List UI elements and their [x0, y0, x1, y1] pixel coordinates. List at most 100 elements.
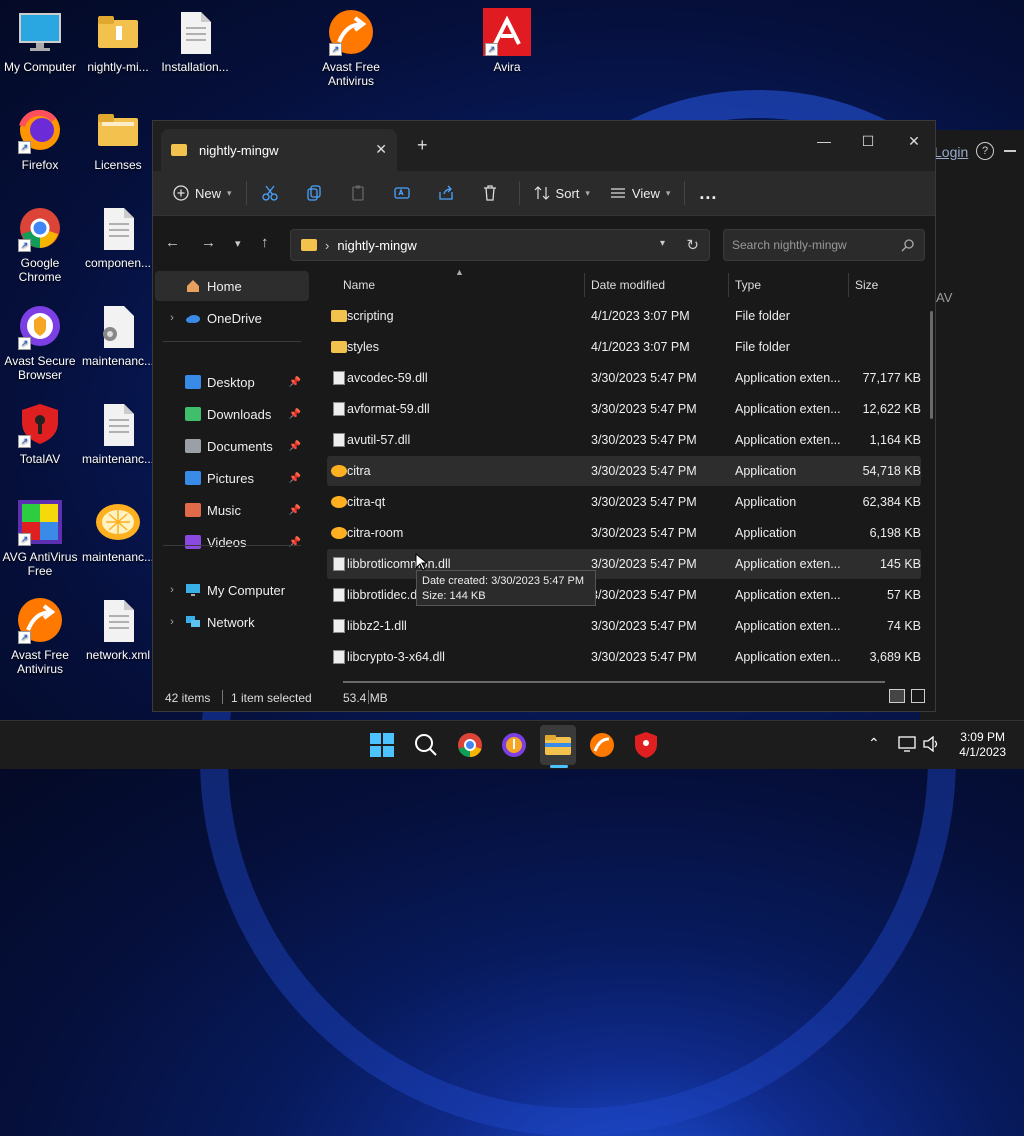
volume-icon[interactable] [922, 736, 940, 752]
desktop-icon-avast-secure-browser[interactable]: ↗ Avast Secure Browser [0, 302, 80, 382]
new-button[interactable]: New ▾ [163, 177, 242, 209]
column-header-date[interactable]: Date modified [591, 271, 665, 299]
column-header-size[interactable]: Size [855, 271, 878, 299]
sidebar-item-home[interactable]: Home [155, 271, 309, 301]
sidebar-item-downloads[interactable]: Downloads 📌 [155, 399, 309, 429]
file-row[interactable]: scripting 4/1/2023 3:07 PM File folder [327, 301, 921, 331]
minimize-button[interactable]: — [801, 127, 847, 155]
avg-icon: ↗ [16, 498, 64, 546]
paste-button[interactable] [339, 177, 383, 209]
refresh-icon[interactable]: ↻ [686, 236, 699, 254]
column-header-type[interactable]: Type [735, 271, 761, 299]
rename-button[interactable] [383, 177, 427, 209]
desktop-icon-maintenance-file-3[interactable]: maintenanc... [78, 498, 158, 564]
desktop-icon-licenses-folder[interactable]: Licenses [78, 106, 158, 172]
tooltip-date-created: Date created: 3/30/2023 5:47 PM [422, 575, 585, 587]
sidebar-item-onedrive[interactable]: › OneDrive [155, 303, 309, 333]
file-explorer-icon[interactable] [542, 729, 574, 761]
file-row[interactable]: citra-room 3/30/2023 5:47 PM Application 6,… [327, 518, 921, 548]
chrome-icon[interactable] [454, 729, 486, 761]
column-divider[interactable] [848, 273, 849, 297]
command-bar: New ▾ Sort ▾ View ▾ ... [153, 171, 935, 216]
help-icon[interactable]: ? [976, 142, 994, 160]
sidebar-item-desktop[interactable]: Desktop 📌 [155, 367, 309, 397]
file-row[interactable]: libcrypto-3-x64.dll 3/30/2023 5:47 PM Appl… [327, 642, 921, 672]
file-row[interactable]: libbz2-1.dll 3/30/2023 5:47 PM Application… [327, 611, 921, 641]
pin-icon[interactable]: 📌 [289, 409, 301, 420]
network-status-icon[interactable] [898, 736, 916, 752]
more-options-button[interactable]: ... [689, 177, 727, 209]
system-clock[interactable]: 3:09 PM 4/1/2023 [959, 730, 1006, 760]
login-link[interactable]: Login [934, 144, 968, 160]
file-date: 4/1/2023 3:07 PM [591, 309, 690, 323]
desktop-icon-network-xml[interactable]: network.xml [78, 596, 158, 662]
desktop-icon-totalav[interactable]: ↗ TotalAV [0, 400, 80, 466]
up-arrow-icon[interactable]: ↑ [261, 234, 269, 251]
sidebar-item-my-computer[interactable]: › My Computer [155, 575, 309, 605]
desktop-icon-nightly-mingw-zip[interactable]: nightly-mi... [78, 8, 158, 74]
sort-button[interactable]: Sort ▾ [524, 177, 600, 209]
column-divider[interactable] [584, 273, 585, 297]
back-arrow-icon[interactable]: ← [165, 234, 180, 251]
search-input[interactable]: Search nightly-mingw [723, 229, 925, 261]
vertical-scrollbar[interactable] [930, 311, 933, 419]
desktop-icon-avast-free-antivirus[interactable]: ↗ Avast Free Antivirus [311, 8, 391, 88]
column-header-name[interactable]: Name [343, 271, 375, 299]
desktop-icon-avira[interactable]: ↗ Avira [467, 8, 547, 74]
share-button[interactable] [427, 177, 471, 209]
tab-nightly-mingw[interactable]: nightly-mingw ✕ [161, 129, 397, 171]
close-tab-icon[interactable]: ✕ [375, 141, 387, 158]
sidebar-item-network[interactable]: › Network [155, 607, 309, 637]
search-icon[interactable] [410, 729, 442, 761]
recent-chevron-icon[interactable]: ▾ [235, 237, 241, 250]
sidebar-item-pictures[interactable]: Pictures 📌 [155, 463, 309, 493]
pin-icon[interactable]: 📌 [289, 473, 301, 484]
tiles-view-icon[interactable] [911, 689, 925, 703]
avast-antivirus-icon[interactable] [586, 729, 618, 761]
address-bar[interactable]: › nightly-mingw ▾ ↻ [290, 229, 710, 261]
pin-icon[interactable]: 📌 [289, 441, 301, 452]
column-divider[interactable] [728, 273, 729, 297]
new-tab-button[interactable]: + [417, 135, 428, 156]
desktop-icon-google-chrome[interactable]: ↗ Google Chrome [0, 204, 80, 284]
desktop-icon-firefox[interactable]: ↗ Firefox [0, 106, 80, 172]
pin-icon[interactable]: 📌 [289, 377, 301, 388]
minimize-icon[interactable] [1004, 150, 1016, 152]
desktop-icon-maintenance-file-1[interactable]: maintenanc... [78, 302, 158, 368]
address-dropdown-icon[interactable]: ▾ [660, 238, 665, 249]
file-row[interactable]: avutil-57.dll 3/30/2023 5:47 PM Applicatio… [327, 425, 921, 455]
computer-icon [186, 584, 200, 596]
sidebar-item-music[interactable]: Music 📌 [155, 495, 309, 525]
cut-button[interactable] [251, 177, 295, 209]
sidebar-item-videos[interactable]: Videos 📌 [155, 527, 309, 557]
file-row[interactable]: styles 4/1/2023 3:07 PM File folder [327, 332, 921, 362]
file-row[interactable]: avcodec-59.dll 3/30/2023 5:47 PM Applicati… [327, 363, 921, 393]
file-name: scripting [347, 309, 394, 323]
desktop-icon-avg-antivirus-free[interactable]: ↗ AVG AntiVirus Free [0, 498, 80, 578]
file-row[interactable]: avformat-59.dll 3/30/2023 5:47 PM Applicat… [327, 394, 921, 424]
windows-start-icon[interactable] [366, 729, 398, 761]
view-label: View [631, 185, 660, 201]
sidebar-item-documents[interactable]: Documents 📌 [155, 431, 309, 461]
breadcrumb-folder[interactable]: nightly-mingw [337, 238, 416, 253]
forward-arrow-icon[interactable]: → [201, 234, 216, 251]
details-view-icon[interactable] [889, 689, 905, 703]
desktop-icon-components-file[interactable]: componen... [78, 204, 158, 270]
pin-icon[interactable]: 📌 [289, 505, 301, 516]
close-button[interactable]: ✕ [891, 127, 937, 155]
desktop-icon-avast-free-antivirus-2[interactable]: ↗ Avast Free Antivirus [0, 596, 80, 676]
delete-button[interactable] [471, 177, 515, 209]
chevron-up-icon[interactable]: ⌃ [868, 735, 880, 752]
file-row[interactable]: citra-qt 3/30/2023 5:47 PM Application 62,3… [327, 487, 921, 517]
avast-secure-browser-icon[interactable] [498, 729, 530, 761]
desktop-icon-maintenance-file-2[interactable]: maintenanc... [78, 400, 158, 466]
desktop-icon-my-computer[interactable]: My Computer [0, 8, 80, 74]
view-button[interactable]: View ▾ [600, 177, 680, 209]
file-date: 3/30/2023 5:47 PM [591, 433, 697, 447]
file-row[interactable]: citra 3/30/2023 5:47 PM Application 54,718 … [327, 456, 921, 486]
file-tooltip: Date created: 3/30/2023 5:47 PM Size: 14… [416, 570, 596, 606]
desktop-icon-installation-doc[interactable]: Installation... [155, 8, 235, 74]
copy-button[interactable] [295, 177, 339, 209]
maximize-button[interactable]: ☐ [845, 127, 891, 155]
totalav-icon[interactable] [630, 729, 662, 761]
